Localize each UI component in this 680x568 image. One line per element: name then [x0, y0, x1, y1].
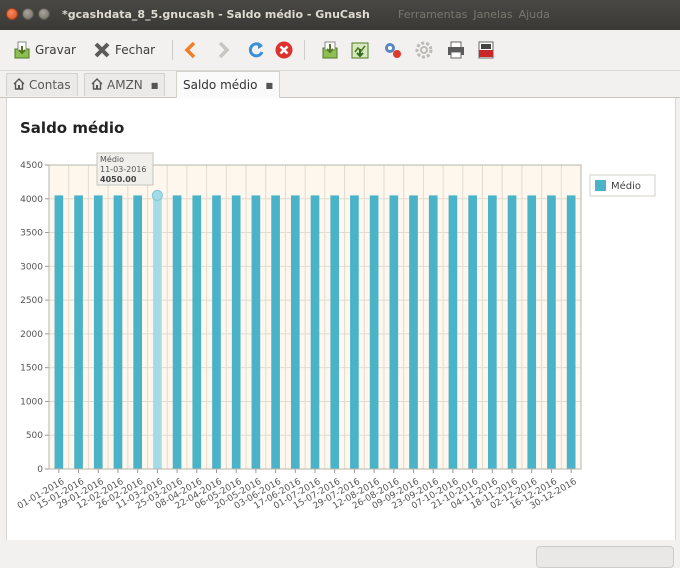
bar[interactable] [547, 195, 556, 469]
bar[interactable] [487, 195, 497, 469]
bar[interactable] [113, 195, 123, 469]
bar[interactable] [566, 195, 576, 469]
y-tick-label: 2000 [20, 330, 43, 340]
export-icon [322, 41, 338, 59]
tooltip-series: Médio [100, 154, 124, 164]
bar[interactable] [271, 195, 280, 469]
window-controls [6, 8, 50, 20]
report-page: Saldo médio 0 500 1000 1500 2000 2500 3000 3500… [6, 98, 676, 541]
export-button[interactable] [320, 38, 340, 62]
y-tick-label: 3000 [20, 262, 43, 272]
y-tick-label: 3500 [20, 229, 43, 239]
bar[interactable] [54, 195, 64, 469]
bar[interactable] [153, 195, 162, 469]
bar[interactable] [192, 195, 202, 469]
bar[interactable] [389, 195, 399, 469]
stop-button[interactable] [274, 38, 294, 62]
y-tick-label: 2500 [20, 296, 43, 306]
menubar: Ferramentas Janelas Ajuda [398, 8, 550, 21]
bar[interactable] [74, 195, 83, 469]
bar[interactable] [369, 195, 379, 469]
y-tick-label: 1000 [20, 397, 43, 407]
save-icon [14, 41, 30, 59]
toolbar-separator [172, 40, 173, 60]
bar[interactable] [290, 195, 300, 469]
pdf-icon [478, 41, 494, 59]
tab-bar: Contas AMZN ■ Saldo médio ■ [0, 71, 680, 98]
menu-ferramentas[interactable]: Ferramentas [398, 8, 467, 21]
save-report-icon [351, 42, 369, 59]
bar[interactable] [350, 195, 359, 469]
save-report-button[interactable] [350, 38, 370, 62]
toolbar: Gravar Fechar [0, 30, 680, 71]
back-button[interactable] [182, 38, 200, 62]
save-label: Gravar [35, 43, 76, 57]
forward-button[interactable] [214, 38, 232, 62]
legend-label: Médio [611, 180, 641, 192]
home-icon [91, 77, 103, 93]
export-pdf-button[interactable] [476, 38, 496, 62]
tooltip-value: 4050.00 [100, 175, 137, 184]
y-tick-label: 500 [26, 431, 43, 441]
arrow-left-icon [184, 41, 196, 59]
y-tick-label: 4000 [20, 195, 43, 205]
report-options-button[interactable] [382, 38, 404, 62]
tab-contas[interactable]: Contas [6, 73, 78, 96]
save-button[interactable]: Gravar [12, 38, 76, 62]
settings-button[interactable] [414, 38, 434, 62]
tooltip-date: 11-03-2016 [100, 165, 147, 174]
options-icon [385, 43, 401, 58]
reload-icon [248, 42, 264, 58]
bar-chart: 05001000150020002500300035004000450001-0… [16, 152, 656, 512]
stop-icon [275, 41, 293, 59]
menu-janelas[interactable]: Janelas [473, 8, 512, 21]
arrow-right-icon [218, 41, 230, 59]
menu-ajuda[interactable]: Ajuda [519, 8, 550, 21]
toolbar-separator [304, 40, 305, 60]
bar[interactable] [330, 195, 340, 469]
close-x-icon [94, 42, 110, 58]
bar[interactable] [310, 195, 320, 469]
bar[interactable] [527, 195, 537, 469]
printer-icon [448, 41, 464, 59]
bar[interactable] [133, 195, 143, 469]
bar[interactable] [172, 195, 182, 469]
bar[interactable] [212, 195, 221, 469]
gear-icon [415, 41, 433, 59]
close-label: Fechar [115, 43, 156, 57]
legend-swatch [595, 180, 606, 191]
print-button[interactable] [446, 38, 466, 62]
bar[interactable] [409, 195, 418, 469]
tab-saldo-medio-label: Saldo médio [183, 78, 258, 92]
y-tick-label: 4500 [20, 161, 43, 171]
highlight-marker [151, 189, 163, 201]
window-title: *gcashdata_8_5.gnucash - Saldo médio - G… [62, 8, 370, 21]
bar[interactable] [251, 195, 261, 469]
status-progress-area [536, 546, 674, 568]
bar[interactable] [507, 195, 517, 469]
window-close-button[interactable] [6, 8, 18, 20]
y-tick-label: 1500 [20, 364, 43, 374]
tab-saldo-medio[interactable]: Saldo médio ■ [176, 71, 281, 98]
bar[interactable] [448, 195, 458, 469]
reload-button[interactable] [246, 38, 266, 62]
bar[interactable] [468, 195, 477, 469]
tab-close-icon[interactable]: ■ [151, 81, 159, 90]
tab-contas-label: Contas [29, 78, 71, 92]
home-icon [13, 77, 25, 93]
tab-close-icon[interactable]: ■ [265, 81, 273, 90]
tab-amzn[interactable]: AMZN ■ [84, 73, 166, 96]
y-tick-label: 0 [37, 465, 43, 475]
window-titlebar: *gcashdata_8_5.gnucash - Saldo médio - G… [0, 0, 680, 30]
window-maximize-button[interactable] [38, 8, 50, 20]
bar[interactable] [93, 195, 103, 469]
bar[interactable] [231, 195, 241, 469]
close-report-button[interactable]: Fechar [92, 38, 155, 62]
bar[interactable] [428, 195, 438, 469]
status-bar [0, 540, 680, 568]
tab-amzn-label: AMZN [107, 78, 143, 92]
window-minimize-button[interactable] [22, 8, 34, 20]
